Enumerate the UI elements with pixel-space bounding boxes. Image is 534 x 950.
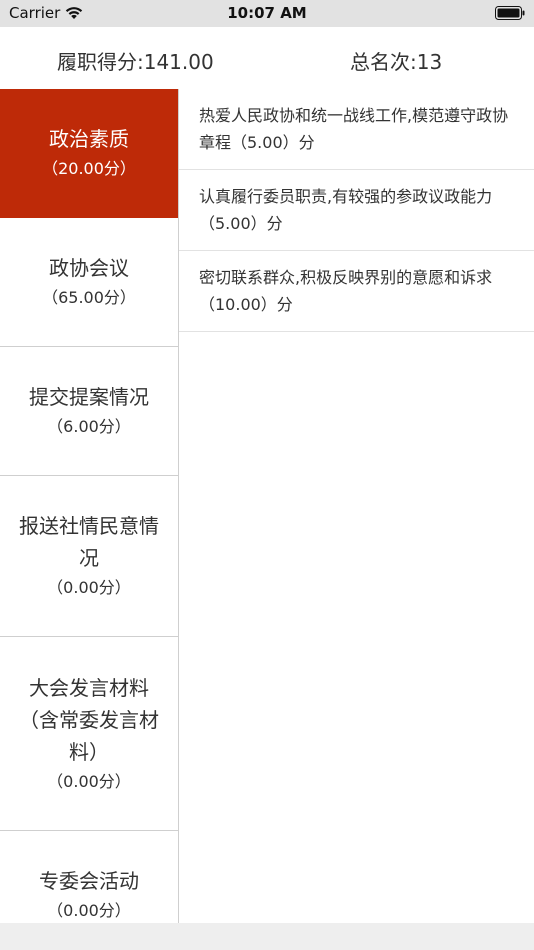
- category-cppcc-meetings[interactable]: 政协会议 （65.00分）: [0, 218, 178, 347]
- category-score: （20.00分）: [42, 155, 136, 183]
- category-score: （0.00分）: [47, 768, 131, 796]
- category-committee-activities[interactable]: 专委会活动 （0.00分）: [0, 831, 178, 923]
- category-label: 政治素质: [35, 123, 143, 155]
- score-header: 履职得分:141.00 总名次:13: [0, 27, 534, 89]
- category-score: （6.00分）: [47, 413, 131, 441]
- category-political-quality[interactable]: 政治素质 （20.00分）: [0, 89, 178, 218]
- category-speech-materials[interactable]: 大会发言材料（含常委发言材料） （0.00分）: [0, 637, 178, 831]
- rank: 总名次:13: [350, 46, 442, 75]
- clock: 10:07 AM: [0, 4, 534, 22]
- category-label: 专委会活动: [25, 865, 153, 897]
- status-bar: Carrier 10:07 AM: [0, 0, 534, 27]
- category-sidebar: 政治素质 （20.00分） 政协会议 （65.00分） 提交提案情况 （6.00…: [0, 89, 179, 923]
- category-label: 大会发言材料（含常委发言材料）: [0, 672, 178, 768]
- list-item[interactable]: 认真履行委员职责,有较强的参政议政能力（5.00）分: [179, 170, 534, 251]
- category-public-opinion[interactable]: 报送社情民意情况 （0.00分）: [0, 476, 178, 637]
- category-score: （0.00分）: [47, 574, 131, 602]
- category-proposals[interactable]: 提交提案情况 （6.00分）: [0, 347, 178, 476]
- category-label: 报送社情民意情况: [0, 510, 178, 574]
- list-item[interactable]: 热爱人民政协和统一战线工作,模范遵守政协章程（5.00）分: [179, 89, 534, 170]
- bottom-bar: [0, 923, 534, 950]
- category-score: （0.00分）: [47, 897, 131, 923]
- list-item[interactable]: 密切联系群众,积极反映界别的意愿和诉求（10.00）分: [179, 251, 534, 332]
- category-score: （65.00分）: [42, 284, 136, 312]
- category-label: 政协会议: [35, 252, 143, 284]
- criteria-list: 热爱人民政协和统一战线工作,模范遵守政协章程（5.00）分 认真履行委员职责,有…: [179, 89, 534, 332]
- battery-icon: [495, 6, 525, 20]
- category-label: 提交提案情况: [15, 381, 163, 413]
- total-score: 履职得分:141.00: [57, 46, 214, 75]
